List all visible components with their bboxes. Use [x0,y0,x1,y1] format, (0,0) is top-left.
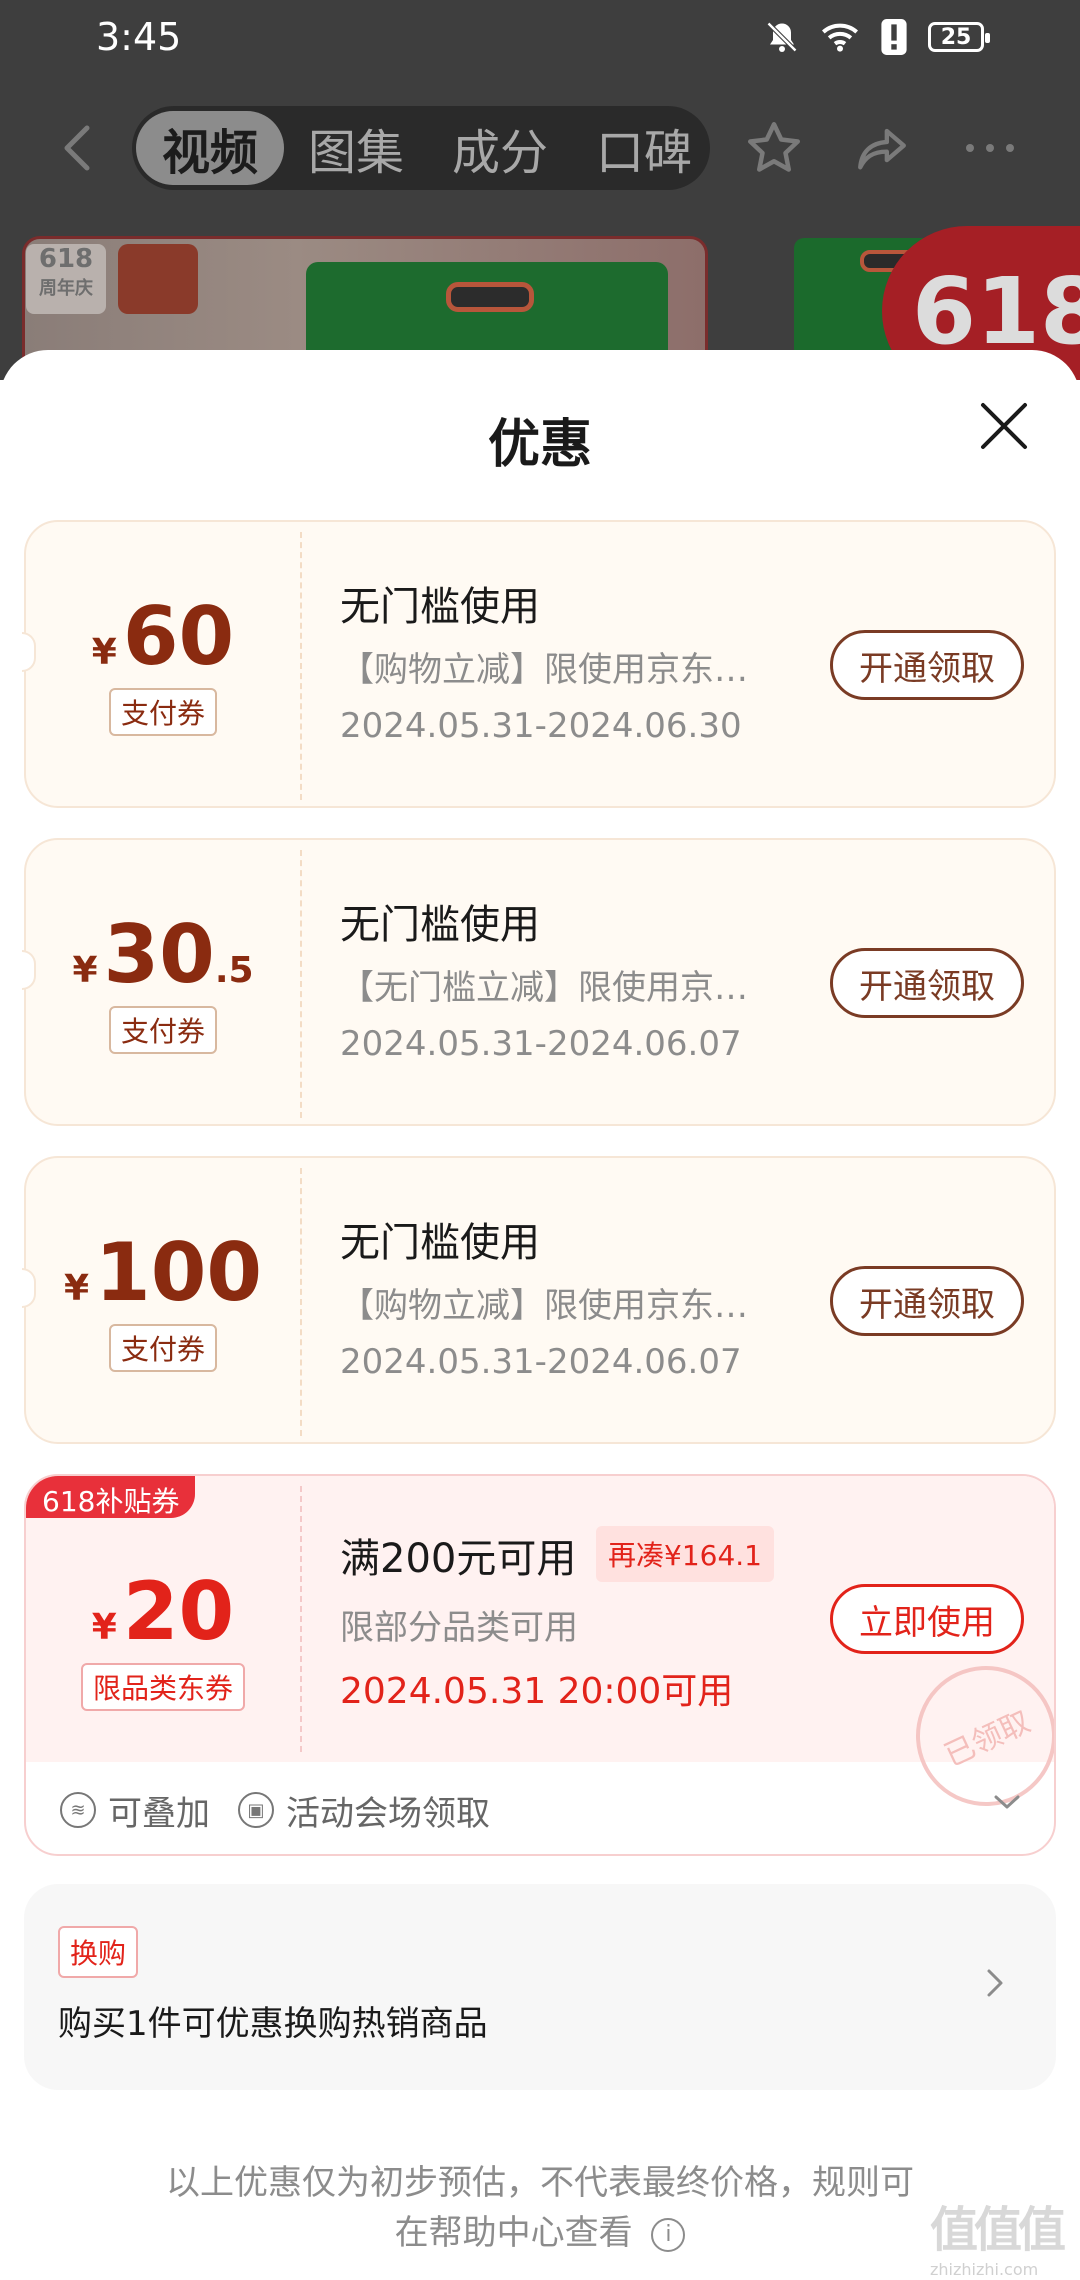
brand-logo [118,244,198,314]
coupon-value: ¥ 20 限品类东券 [26,1516,300,1762]
chevron-left-icon [64,125,90,171]
coupon-divider [300,532,302,800]
coupon-amount: ¥ 100 [64,1228,262,1318]
coupon-footer[interactable]: ≋ 可叠加 ▣ 活动会场领取 [26,1762,1054,1854]
coupon-title: 无门槛使用 [340,584,540,630]
coupon-value: ¥ 30 .5 支付券 [26,840,300,1124]
coupon-divider [300,1486,302,1752]
source-label: 活动会场领取 [286,1793,490,1834]
anniversary-badge: 618 周年庆 [26,244,106,314]
bag-handle [446,282,534,312]
coupon-description: 【购物立减】限使用京东… [340,1286,748,1326]
amount-decimal: .5 [214,950,254,991]
coupon-title: 满200元可用 [340,1536,577,1582]
claim-coupon-button[interactable]: 开通领取 [830,948,1024,1018]
amount-value: 30 [103,908,215,1001]
coupon-description: 【购物立减】限使用京东… [340,650,748,690]
battery-icon: 25 [928,22,990,52]
amount-value: 20 [122,1565,235,1658]
coupon-type-tag: 支付券 [108,1006,217,1054]
back-button[interactable] [52,120,100,176]
coupon-amount: ¥ 30 .5 [72,910,253,1000]
claim-coupon-button[interactable]: 开通领取 [830,630,1024,700]
info-icon[interactable]: i [651,2217,686,2252]
chevron-down-icon[interactable] [992,1792,1022,1812]
stackable-info: ≋ 可叠加 [60,1786,210,1835]
coupon-validity: 2024.05.31-2024.06.07 [340,1342,742,1382]
disclaimer: 以上优惠仅为初步预估，不代表最终价格，规则可 在帮助中心查看 i [100,2158,980,2258]
coupon-divider [300,1168,302,1436]
product-tabs: 视频 图集 成分 口碑 [132,106,710,190]
claim-coupon-button[interactable]: 开通领取 [830,1266,1024,1336]
clock: 3:45 [96,15,182,59]
chevron-right-icon [987,1969,1003,1997]
anniversary-badge-number: 618 [38,244,94,274]
currency-symbol: ¥ [72,950,98,991]
close-button[interactable] [972,394,1036,458]
close-icon [981,403,1027,449]
alert-icon [881,19,907,55]
currency-symbol: ¥ [91,1607,117,1648]
stackable-label: 可叠加 [108,1793,210,1834]
exchange-text: 购买1件可优惠换购热销商品 [58,2004,488,2044]
tab-video[interactable]: 视频 [136,111,285,185]
coupon-value: ¥ 100 支付券 [26,1158,300,1442]
bell-muted-icon [766,21,798,53]
tab-gallery[interactable]: 图集 [284,113,428,183]
coupon-type-tag: 支付券 [108,688,217,736]
anniversary-badge-label: 周年庆 [39,278,93,299]
stack-icon: ≋ [60,1792,96,1828]
coupon-type-tag: 限品类东券 [80,1663,245,1711]
sheet-title: 优惠 [487,415,592,475]
favorite-button[interactable] [740,114,808,182]
more-button[interactable] [956,114,1024,182]
subsidy-badge: 618补贴券 [26,1476,196,1518]
disclaimer-line-2[interactable]: 在帮助中心查看 [395,2213,633,2253]
status-bar: 3:45 25 [0,0,1080,74]
amount-value: 60 [122,590,235,683]
currency-symbol: ¥ [63,1268,90,1309]
subsidy-coupon-card[interactable]: 618补贴券 ¥ 20 限品类东券 满200元可用 再凑¥164.1 限部分品类… [24,1474,1056,1856]
use-now-button[interactable]: 立即使用 [830,1584,1024,1654]
coupon-divider [300,850,302,1118]
coupon-type-tag: 支付券 [108,1324,217,1372]
wifi-icon [822,23,858,52]
coupon-validity: 2024.05.31-2024.06.30 [340,706,742,746]
currency-symbol: ¥ [91,632,117,673]
remaining-amount-badge: 再凑¥164.1 [596,1526,774,1582]
discount-sheet: 优惠 ¥ 60 支付券 无门槛使用 【购物立减】限使用京东… 2024.05.3… [0,350,1080,2280]
coupon-validity: 2024.05.31-2024.06.07 [340,1024,742,1064]
tab-ingredients[interactable]: 成分 [428,113,572,183]
coupon-amount: ¥ 60 [92,592,234,682]
more-dots-icon [966,144,1014,152]
product-nav: 视频 图集 成分 口碑 [0,100,1080,196]
exchange-tag: 换购 [58,1926,139,1978]
share-button[interactable] [848,114,916,182]
share-arrow-icon [858,128,906,170]
coupon-validity: 2024.05.31 20:00可用 [340,1671,734,1712]
tab-reviews[interactable]: 口碑 [572,113,710,183]
source-info: ▣ 活动会场领取 [238,1786,490,1835]
disclaimer-line-1: 以上优惠仅为初步预估，不代表最终价格，规则可 [166,2163,914,2203]
background-page: 3:45 25 视频 图集 成分 口碑 618 周年庆 618 [0,0,1080,380]
watermark-url: zhizhizhi.com [930,2260,1039,2279]
coupon-title: 无门槛使用 [340,902,540,948]
coupon-description: 【无门槛立减】限使用京… [340,968,748,1008]
watermark: 值值值 zhizhizhi.com [930,2190,1080,2280]
coupon-title: 无门槛使用 [340,1220,540,1266]
ticket-icon: ▣ [238,1792,274,1828]
watermark-logo: 值值值 [930,2202,1066,2258]
coupon-value: ¥ 60 支付券 [26,522,300,806]
coupon-amount: ¥ 20 [92,1567,234,1657]
coupon-card[interactable]: ¥ 30 .5 支付券 无门槛使用 【无门槛立减】限使用京… 2024.05.3… [22,838,1056,1126]
amount-value: 100 [95,1226,263,1319]
exchange-offer-card[interactable]: 换购 购买1件可优惠换购热销商品 [24,1884,1056,2090]
coupon-card[interactable]: ¥ 100 支付券 无门槛使用 【购物立减】限使用京东… 2024.05.31-… [22,1156,1056,1444]
status-icons: 25 [764,19,990,55]
coupon-card[interactable]: ¥ 60 支付券 无门槛使用 【购物立减】限使用京东… 2024.05.31-2… [22,520,1056,808]
star-icon [748,122,800,172]
coupon-description: 限部分品类可用 [340,1608,578,1648]
